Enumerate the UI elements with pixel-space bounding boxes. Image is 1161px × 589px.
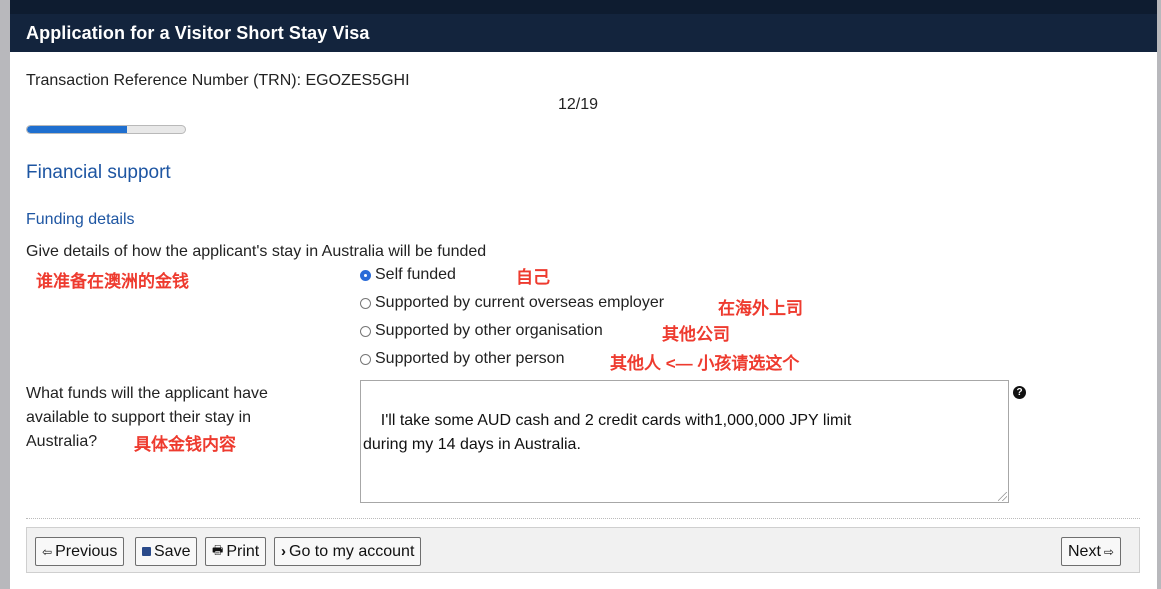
printer-icon: 🖶 [212,543,224,557]
radio-label-self-funded: Self funded [375,266,456,283]
save-button[interactable]: Save [135,537,198,566]
progress-bar [26,125,186,134]
radio-button[interactable] [360,297,371,309]
print-button[interactable]: 🖶 Print [205,537,267,566]
radio-other-organisation[interactable]: Supported by other organisation [360,322,603,340]
radio-label-overseas-employer: Supported by current overseas employer [375,294,665,311]
print-label: Print [226,542,260,560]
save-label: Save [154,542,191,560]
arrow-left-icon: ⇦ [42,544,53,559]
resize-grip-icon[interactable] [998,492,1007,501]
footer-toolbar: ⇦ Previous Save 🖶 Print › Go to my accou… [26,527,1140,573]
floppy-disk-icon [142,547,151,556]
radio-label-other-person: Supported by other person [375,350,565,367]
arrow-right-icon: ⇨ [1103,544,1114,559]
next-label: Next [1068,542,1101,560]
radio-label-other-organisation: Supported by other organisation [375,322,603,339]
funding-question-label: Give details of how the applicant's stay… [26,243,487,260]
chevron-right-icon: › [281,543,286,560]
radio-overseas-employer[interactable]: Supported by current overseas employer [360,294,664,312]
progress-bar-fill [27,126,127,133]
page-header: Application for a Visitor Short Stay Vis… [10,0,1157,52]
application-page: Application for a Visitor Short Stay Vis… [10,0,1157,589]
annotation-self-funded: 自己 [516,268,550,287]
annotation-organisation: 其他公司 [662,325,730,344]
section-title: Financial support [26,162,171,183]
radio-other-person[interactable]: Supported by other person [360,350,564,368]
previous-button[interactable]: ⇦ Previous [35,537,125,566]
funds-textarea[interactable]: I'll take some AUD cash and 2 credit car… [360,380,1009,503]
step-counter: 12/19 [558,96,599,113]
radio-button[interactable] [360,353,371,365]
radio-button[interactable] [360,269,371,281]
go-to-account-label: Go to my account [289,542,415,560]
annotation-other-person: 其他人 <— 小孩请选这个 [610,354,800,373]
annotation-funds: 具体金钱内容 [134,435,236,454]
annotation-funding-question: 谁准备在澳洲的金钱 [36,272,189,291]
radio-button[interactable] [360,325,371,337]
divider [26,518,1140,519]
funds-text: I'll take some AUD cash and 2 credit car… [363,412,852,453]
go-to-account-button[interactable]: › Go to my account [274,537,422,566]
page-title: Application for a Visitor Short Stay Vis… [26,23,370,43]
annotation-employer: 在海外上司 [718,299,803,318]
subsection-title: Funding details [26,211,135,228]
radio-self-funded[interactable]: Self funded [360,266,456,284]
trn-label: Transaction Reference Number (TRN): EGOZ… [26,72,410,89]
next-button[interactable]: Next ⇨ [1061,537,1121,566]
previous-label: Previous [55,542,118,560]
help-icon[interactable]: ? [1013,386,1026,399]
